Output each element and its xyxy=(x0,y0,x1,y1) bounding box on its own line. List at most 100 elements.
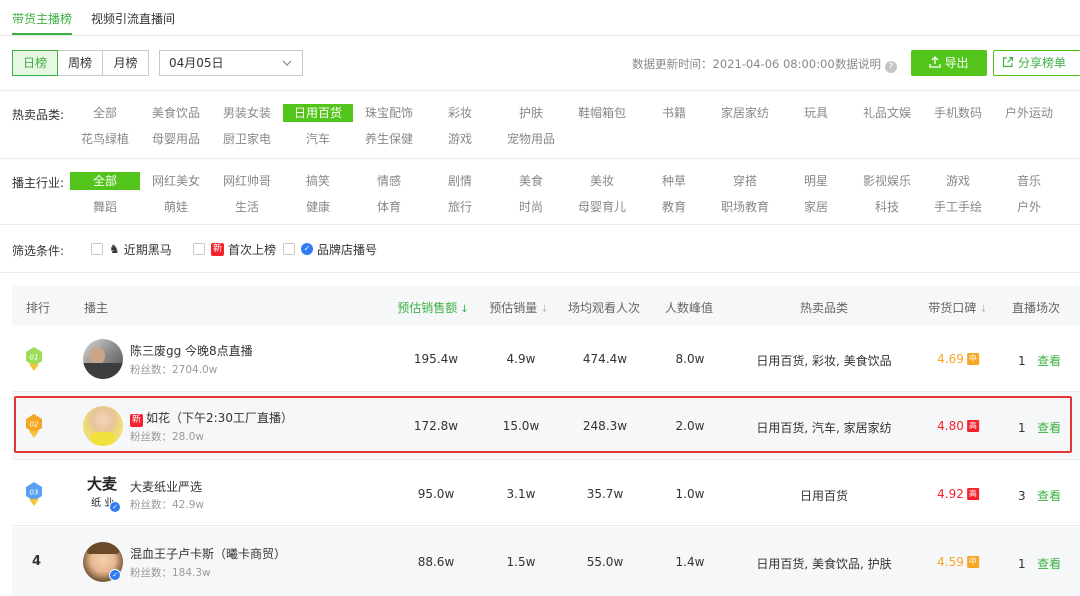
category-chip[interactable]: 宠物用品 xyxy=(496,130,566,148)
industry-chip[interactable]: 搞笑 xyxy=(283,172,353,190)
industry-chip[interactable]: 美妆 xyxy=(567,172,637,190)
sessions-view[interactable]: 1 查看 xyxy=(1018,352,1061,369)
period-month-button[interactable]: 月榜 xyxy=(103,51,148,75)
filter-dark-horse-label: 近期黑马 xyxy=(123,242,172,257)
category-chip[interactable]: 玩具 xyxy=(781,104,851,122)
industry-chip[interactable]: 明星 xyxy=(781,172,851,190)
header-rating[interactable]: 带货口碑 ↓ xyxy=(928,299,987,316)
rating-number: 4.92 xyxy=(937,487,964,501)
rating-badge: 高 xyxy=(966,420,979,432)
industry-chip[interactable]: 种草 xyxy=(639,172,709,190)
category-chip[interactable]: 美食饮品 xyxy=(141,104,211,122)
avg-viewers-value: 474.4w xyxy=(582,352,628,366)
industry-chip[interactable]: 穿搭 xyxy=(710,172,780,190)
category-chip[interactable]: 花鸟绿植 xyxy=(70,130,140,148)
industry-chip[interactable]: 萌娃 xyxy=(141,198,211,216)
update-time: 数据更新时间：2021-04-06 08:00:00 xyxy=(632,57,835,71)
chevron-down-icon xyxy=(282,51,292,84)
host-name[interactable]: 混血王子卢卡斯（曦卡商贸） xyxy=(130,545,286,562)
data-desc-link[interactable]: 数据说明? xyxy=(835,56,897,73)
checkbox[interactable] xyxy=(283,243,295,255)
checkbox[interactable] xyxy=(193,243,205,255)
category-chip[interactable]: 户外运动 xyxy=(994,104,1064,122)
active-tab-underline xyxy=(12,33,72,35)
sessions-view[interactable]: 3 查看 xyxy=(1018,487,1061,504)
industry-chip[interactable]: 剧情 xyxy=(425,172,495,190)
industry-chip[interactable]: 手工手绘 xyxy=(923,198,993,216)
industry-chip[interactable]: 美食 xyxy=(496,172,566,190)
period-week-button[interactable]: 周榜 xyxy=(58,51,103,75)
industry-chip[interactable]: 音乐 xyxy=(994,172,1064,190)
sessions-view[interactable]: 1 查看 xyxy=(1018,419,1061,436)
industry-chip[interactable]: 家居 xyxy=(781,198,851,216)
view-link[interactable]: 查看 xyxy=(1037,354,1061,368)
category-chip[interactable]: 家居家纺 xyxy=(710,104,780,122)
industry-chip[interactable]: 户外 xyxy=(994,198,1064,216)
industry-chip[interactable]: 时尚 xyxy=(496,198,566,216)
industry-chip[interactable]: 母婴育儿 xyxy=(567,198,637,216)
industry-chip[interactable]: 职场教育 xyxy=(710,198,780,216)
view-link[interactable]: 查看 xyxy=(1037,557,1061,571)
host-name[interactable]: 陈三废gg 今晚8点直播 xyxy=(130,342,253,359)
category-chip[interactable]: 鞋帽箱包 xyxy=(567,104,637,122)
category-chip[interactable]: 护肤 xyxy=(496,104,566,122)
tab-host-ranking[interactable]: 带货主播榜 xyxy=(12,10,72,27)
category-chip[interactable]: 日用百货 xyxy=(283,104,353,122)
avatar-logo-text: 大麦 xyxy=(87,475,118,493)
checkbox[interactable] xyxy=(91,243,103,255)
category-chip[interactable]: 游戏 xyxy=(425,130,495,148)
view-link[interactable]: 查看 xyxy=(1037,489,1061,503)
rating-number: 4.59 xyxy=(937,555,964,569)
header-est-volume[interactable]: 预估销量 ↓ xyxy=(489,299,548,316)
industry-chip[interactable]: 舞蹈 xyxy=(70,198,140,216)
hot-category-label: 热卖品类: xyxy=(12,108,65,122)
share-button[interactable]: 分享榜单 xyxy=(993,50,1080,76)
sort-down-icon: ↓ xyxy=(460,304,469,315)
industry-chip[interactable]: 教育 xyxy=(639,198,709,216)
avatar[interactable] xyxy=(83,339,123,379)
host-name[interactable]: 大麦纸业严选 xyxy=(130,478,202,495)
category-chip[interactable]: 养生保健 xyxy=(354,130,424,148)
industry-chip[interactable]: 全部 xyxy=(70,172,140,190)
peak-value: 1.0w xyxy=(675,487,705,501)
rating-value: 4.80 高 xyxy=(937,419,979,433)
category-chip[interactable]: 珠宝配饰 xyxy=(354,104,424,122)
sessions-view[interactable]: 1 查看 xyxy=(1018,555,1061,572)
view-link[interactable]: 查看 xyxy=(1037,421,1061,435)
rank-medal-icon: 01 xyxy=(26,347,42,371)
filter-dark-horse[interactable]: ♞ 近期黑马 xyxy=(91,241,172,257)
filter-brand-store[interactable]: ✓ 品牌店播号 xyxy=(283,241,377,257)
industry-chip[interactable]: 网红帅哥 xyxy=(212,172,282,190)
est-sales-value: 95.0w xyxy=(417,487,455,501)
sort-icon: ↓ xyxy=(540,304,549,315)
industry-chip[interactable]: 网红美女 xyxy=(141,172,211,190)
category-chip[interactable]: 手机数码 xyxy=(923,104,993,122)
date-select[interactable]: 04月05日 xyxy=(159,50,303,76)
peak-value: 2.0w xyxy=(675,419,705,433)
category-chip[interactable]: 厨卫家电 xyxy=(212,130,282,148)
industry-chip[interactable]: 影视娱乐 xyxy=(852,172,922,190)
export-button[interactable]: 导出 xyxy=(911,50,987,76)
tab-video-live[interactable]: 视频引流直播间 xyxy=(91,10,175,27)
filter-first-time[interactable]: 新 首次上榜 xyxy=(193,241,276,257)
industry-chip[interactable]: 情感 xyxy=(354,172,424,190)
category-chip[interactable]: 书籍 xyxy=(639,104,709,122)
avatar[interactable] xyxy=(83,406,123,446)
industry-chip[interactable]: 游戏 xyxy=(923,172,993,190)
category-chip[interactable]: 男装女装 xyxy=(212,104,282,122)
industry-chip[interactable]: 科技 xyxy=(852,198,922,216)
category-chip[interactable]: 全部 xyxy=(70,104,140,122)
category-chip[interactable]: 汽车 xyxy=(283,130,353,148)
svg-text:01: 01 xyxy=(30,354,39,362)
industry-chip[interactable]: 体育 xyxy=(354,198,424,216)
industry-chip[interactable]: 旅行 xyxy=(425,198,495,216)
category-chip[interactable]: 礼品文娱 xyxy=(852,104,922,122)
rating-badge: 中 xyxy=(966,353,979,365)
category-chip[interactable]: 母婴用品 xyxy=(141,130,211,148)
industry-chip[interactable]: 健康 xyxy=(283,198,353,216)
category-chip[interactable]: 彩妆 xyxy=(425,104,495,122)
industry-chip[interactable]: 生活 xyxy=(212,198,282,216)
header-est-sales[interactable]: 预估销售额 ↓ xyxy=(397,299,468,316)
period-day-button[interactable]: 日榜 xyxy=(12,50,58,76)
host-name-wrap[interactable]: 新如花（下午2:30工厂直播） xyxy=(130,409,293,427)
